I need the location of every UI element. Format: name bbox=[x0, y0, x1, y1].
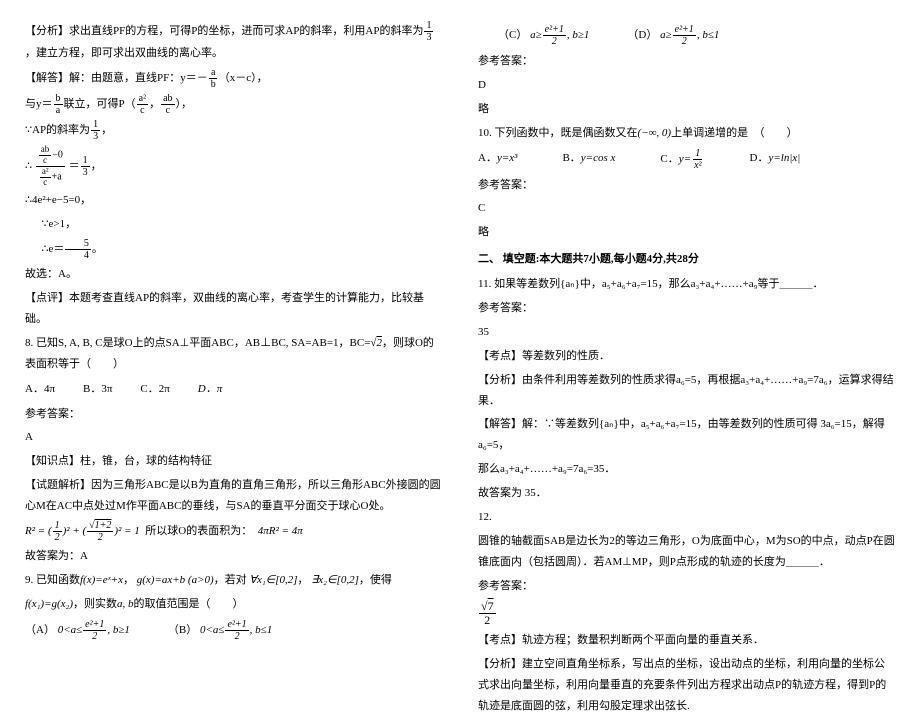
section-2-title: 二、 填空题:本大题共7小题,每小题4分,共28分 bbox=[478, 249, 895, 270]
solve-11c: 故答案为 35． bbox=[478, 483, 895, 504]
answer-8: A bbox=[25, 427, 442, 448]
answer-label-12: 参考答案： bbox=[478, 576, 895, 597]
answer-9-brief: 略 bbox=[478, 99, 895, 120]
line3: ∵AP的斜率为13， bbox=[25, 119, 442, 142]
q9-opt-b: （B） 0<a≤e²+12, b≤1 bbox=[168, 619, 272, 642]
question-10: 10. 下列函数中，既是偶函数又在(−∞, 0)上单调递增的是 （ ） bbox=[478, 123, 895, 144]
solve-11b: 那么a₃+a₄+……+a₉=7a₆=35． bbox=[478, 459, 895, 480]
q8-opt-a: A．4π bbox=[25, 379, 55, 400]
answer-9: D bbox=[478, 75, 895, 96]
q9-options-ab: （A） 0<a≤e²+12, b≥1 （B） 0<a≤e²+12, b≤1 bbox=[25, 619, 442, 642]
knowledge-point-8: 【知识点】柱，锥，台，球的结构特征 bbox=[25, 451, 442, 472]
answer-11: 35 bbox=[478, 322, 895, 343]
q8-options: A．4π B．3π C．2π D．π bbox=[25, 379, 442, 400]
q10-opt-d: D．y=ln|x| bbox=[750, 148, 801, 171]
solve-11a: 【解答】解：∵等差数列{aₙ}中，a₅+a₆+a₇=15，由等差数列的性质可得 … bbox=[478, 414, 895, 456]
q9-opt-d: （D） a≥e²+12, b≤1 bbox=[627, 24, 719, 47]
question-9b: f(x₁)=g(x₂)，则实数a, b的取值范围是（ ） bbox=[25, 594, 442, 615]
explanation-8c: 故答案为：A bbox=[25, 546, 442, 567]
line4: ∴ abc−0a²c+a ＝13， bbox=[25, 145, 442, 188]
question-9: 9. 已知函数f(x)=eˣ+x， g(x)=ax+b (a>0)，若对 ∀x₁… bbox=[25, 570, 442, 591]
question-8: 8. 已知S, A, B, C是球O上的点SA⊥平面ABC，AB⊥BC, SA=… bbox=[25, 333, 442, 375]
answer-label-11: 参考答案： bbox=[478, 298, 895, 319]
answer-12: √72 bbox=[478, 600, 895, 627]
question-11: 11. 如果等差数列{aₙ}中，a₅+a₆+a₇=15，那么a₃+a₄+……+a… bbox=[478, 274, 895, 295]
line7: ∴e＝54。 bbox=[25, 238, 442, 261]
analysis-text: 【分析】求出直线PF的方程，可得P的坐标，进而可求AP的斜率，利用AP的斜率为1… bbox=[25, 20, 442, 64]
answer-label-9: 参考答案： bbox=[478, 51, 895, 72]
answer-10-brief: 略 bbox=[478, 222, 895, 243]
q10-options: A．y=x³ B．y=cos x C．y=1x² D．y=ln|x| bbox=[478, 148, 895, 171]
answer-label-10: 参考答案： bbox=[478, 175, 895, 196]
kp-12: 【考点】轨迹方程；数量积判断两个平面向量的垂直关系． bbox=[478, 630, 895, 651]
q8-opt-c: C．2π bbox=[140, 379, 169, 400]
analysis-11: 【分析】由条件利用等差数列的性质求得a₆=5，再根据a₃+a₄+……+a₉=7a… bbox=[478, 370, 895, 412]
line6: ∵e>1， bbox=[25, 214, 442, 235]
q9-opt-c: （C） a≥e²+12, b≥1 bbox=[498, 24, 589, 47]
q8-opt-d: D．π bbox=[198, 379, 222, 400]
analysis-12: 【分析】建立空间直角坐标系，写出点的坐标，设出动点的坐标，利用向量的坐标公式求出… bbox=[478, 654, 895, 717]
answer-label-8: 参考答案： bbox=[25, 404, 442, 425]
right-column: （C） a≥e²+12, b≥1 （D） a≥e²+12, b≤1 参考答案： … bbox=[460, 0, 920, 651]
line5: ∴4e²+e−5=0， bbox=[25, 190, 442, 211]
explanation-8a: 【试题解析】因为三角形ABC是以B为直角的直角三角形，所以三角形ABC外接圆的圆… bbox=[25, 475, 442, 517]
q10-opt-c: C．y=1x² bbox=[660, 148, 704, 171]
explanation-8b: R² = (12)² + (√1+22)² = 1 所以球O的表面积为： 4πR… bbox=[25, 520, 442, 543]
line8: 故选：A。 bbox=[25, 264, 442, 285]
line2: 与y＝ba联立，可得P（a²c，abc）， bbox=[25, 93, 442, 116]
q10-opt-b: B．y=cos x bbox=[562, 148, 615, 171]
q8-opt-b: B．3π bbox=[83, 379, 112, 400]
solve-line: 【解答】解：由题意，直线PF：y＝－ab（x－c）， bbox=[25, 67, 442, 90]
q10-opt-a: A．y=x³ bbox=[478, 148, 517, 171]
comment: 【点评】本题考查直线AP的斜率，双曲线的离心率，考查学生的计算能力，比较基础。 bbox=[25, 288, 442, 330]
kp-11: 【考点】等差数列的性质． bbox=[478, 346, 895, 367]
q9-opt-a: （A） 0<a≤e²+12, b≥1 bbox=[25, 619, 130, 642]
answer-10: C bbox=[478, 198, 895, 219]
question-12-num: 12. bbox=[478, 507, 895, 528]
left-column: 【分析】求出直线PF的方程，可得P的坐标，进而可求AP的斜率，利用AP的斜率为1… bbox=[0, 0, 460, 651]
q9-options-cd: （C） a≥e²+12, b≥1 （D） a≥e²+12, b≤1 bbox=[498, 24, 895, 47]
question-12: 圆锥的轴截面SAB是边长为2的等边三角形，O为底面中心，M为SO的中点，动点P在… bbox=[478, 531, 895, 573]
